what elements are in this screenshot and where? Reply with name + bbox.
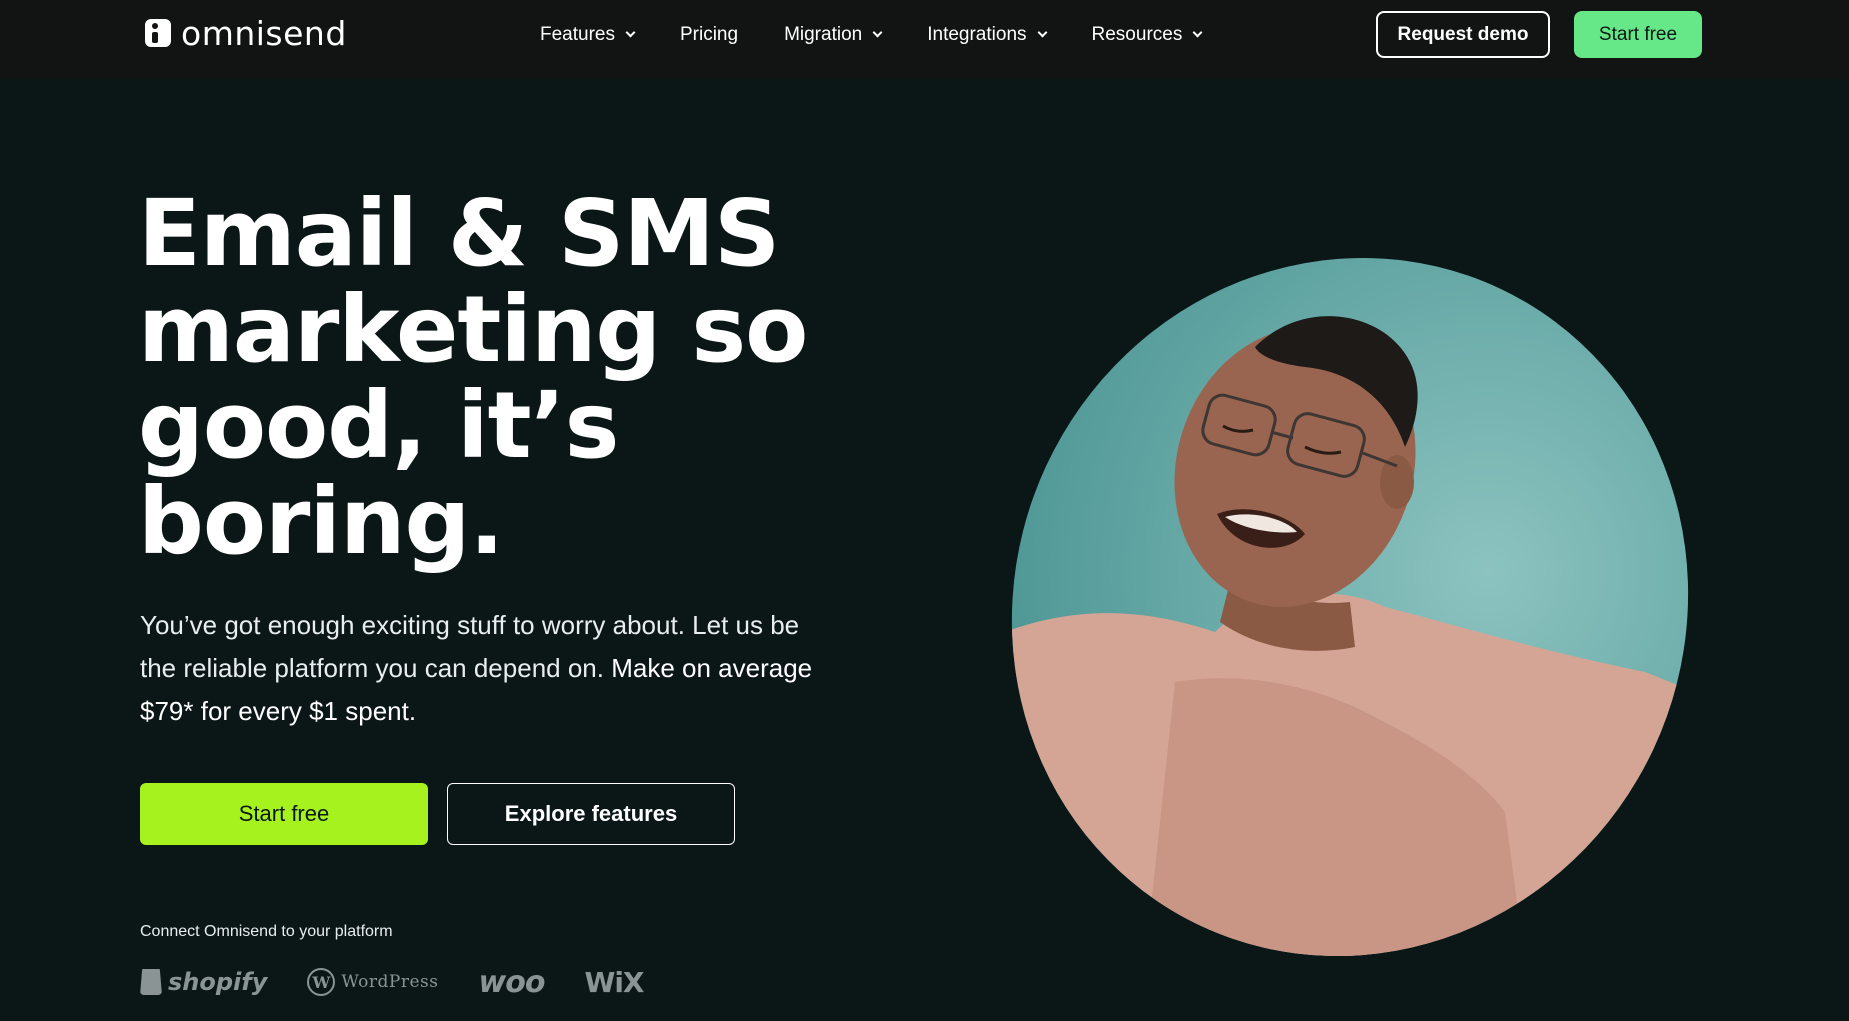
nav-start-free-button[interactable]: Start free [1574, 11, 1702, 58]
shopify-logo[interactable]: shopify [140, 968, 267, 996]
wordpress-logo-icon: W [307, 968, 336, 996]
wordpress-logo-text: WordPress [341, 972, 439, 992]
omnisend-logo-icon [145, 19, 171, 47]
wordpress-logo[interactable]: W WordPress [307, 968, 438, 996]
omnisend-logo[interactable]: omnisend [145, 13, 347, 53]
nav-item-migration[interactable]: Migration [784, 24, 883, 46]
nav-item-pricing[interactable]: Pricing [680, 24, 738, 46]
headline-line: marketing so [138, 276, 808, 383]
wix-logo-text: WiX [584, 965, 644, 999]
hero-headline: Email & SMS marketing so good, it’s bori… [138, 186, 898, 570]
shopify-logo-text: shopify [168, 968, 268, 996]
top-nav: omnisend Features Pricing Migration Inte… [0, 0, 1849, 79]
chevron-down-icon [872, 27, 883, 38]
nav-item-resources[interactable]: Resources [1091, 24, 1203, 46]
chevron-down-icon [1192, 27, 1203, 38]
woo-logo[interactable]: woo [478, 964, 546, 1000]
connect-platform-label: Connect Omnisend to your platform [140, 923, 393, 940]
headline-line: boring. [138, 468, 504, 575]
wix-logo[interactable]: WiX [584, 965, 644, 999]
nav-item-integrations[interactable]: Integrations [927, 24, 1047, 46]
headline-line: good, it’s [138, 372, 619, 479]
nav-links: Features Pricing Migration Integrations … [540, 0, 1247, 70]
chevron-down-icon [1037, 27, 1047, 38]
nav-item-label: Features [540, 24, 615, 45]
hero-start-free-button[interactable]: Start free [140, 783, 428, 845]
nav-item-label: Resources [1091, 24, 1183, 45]
shopify-logo-icon [140, 969, 162, 995]
woo-logo-text: woo [478, 964, 546, 1000]
nav-item-label: Migration [784, 24, 863, 45]
chevron-down-icon [625, 27, 636, 38]
hero-photo [1005, 252, 1695, 962]
logo-text: omnisend [181, 13, 347, 53]
nav-item-label: Integrations [927, 24, 1027, 45]
explore-features-button[interactable]: Explore features [447, 783, 735, 845]
request-demo-button[interactable]: Request demo [1376, 11, 1550, 58]
nav-item-features[interactable]: Features [540, 24, 636, 46]
headline-line: Email & SMS [138, 180, 780, 287]
nav-item-label: Pricing [679, 24, 739, 45]
hero-subtext: You’ve got enough exciting stuff to worr… [140, 604, 840, 733]
platform-logos: shopify W WordPress woo WiX [140, 962, 645, 1002]
